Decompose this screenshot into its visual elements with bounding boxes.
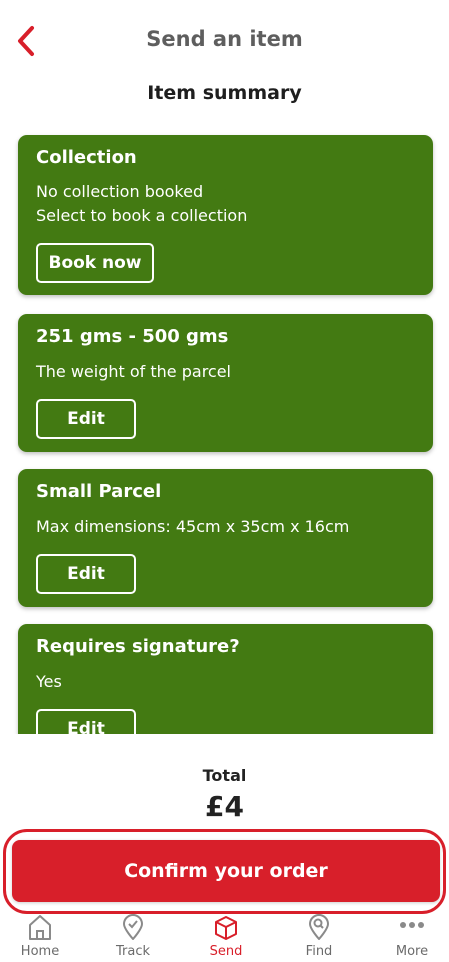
card-title: Small Parcel [36, 481, 162, 502]
edit-signature-button[interactable]: Edit [36, 709, 136, 734]
card-title: Requires signature? [36, 636, 240, 657]
confirm-order-button[interactable]: Confirm your order [12, 840, 440, 902]
total-value: £4 [205, 790, 244, 823]
section-heading: Item summary [147, 82, 302, 104]
find-location-icon [308, 914, 330, 940]
home-icon [29, 915, 51, 940]
tab-track[interactable]: Track [93, 914, 173, 962]
bottom-tab-bar: Home Track Send Find More [0, 914, 449, 962]
page-title: Send an item [146, 27, 303, 51]
card-text: Yes [36, 672, 62, 691]
edit-size-button[interactable]: Edit [36, 554, 136, 594]
tab-label: Home [20, 944, 60, 959]
card-text: Max dimensions: 45cm x 35cm x 16cm [36, 517, 350, 536]
card-text: The weight of the parcel [36, 362, 231, 381]
tab-more[interactable]: More [372, 914, 449, 962]
track-icon [122, 914, 144, 940]
tab-send[interactable]: Send [186, 914, 266, 962]
tab-home[interactable]: Home [0, 914, 80, 962]
card-title: Collection [36, 147, 137, 168]
weight-card[interactable]: 251 gms - 500 gms The weight of the parc… [18, 314, 433, 452]
tab-label: Send [209, 944, 243, 959]
card-title: 251 gms - 500 gms [36, 326, 229, 347]
parcel-size-card[interactable]: Small Parcel Max dimensions: 45cm x 35cm… [18, 469, 433, 607]
edit-weight-button[interactable]: Edit [36, 399, 136, 439]
signature-card[interactable]: Requires signature? Yes Edit [18, 624, 433, 734]
tab-find[interactable]: Find [279, 914, 359, 962]
card-text: No collection booked [36, 182, 204, 201]
more-dots-icon [400, 922, 424, 928]
app-header: Send an item [0, 0, 449, 80]
total-label: Total [202, 766, 247, 785]
card-text: Select to book a collection [36, 206, 248, 225]
collection-card[interactable]: Collection No collection booked Select t… [18, 135, 433, 295]
parcel-icon [215, 916, 237, 940]
tab-label: Track [115, 944, 151, 959]
tab-label: More [395, 944, 429, 959]
summary-scroll-area[interactable]: Collection No collection booked Select t… [0, 125, 449, 734]
tab-label: Find [305, 944, 333, 959]
book-now-button[interactable]: Book now [36, 243, 154, 283]
